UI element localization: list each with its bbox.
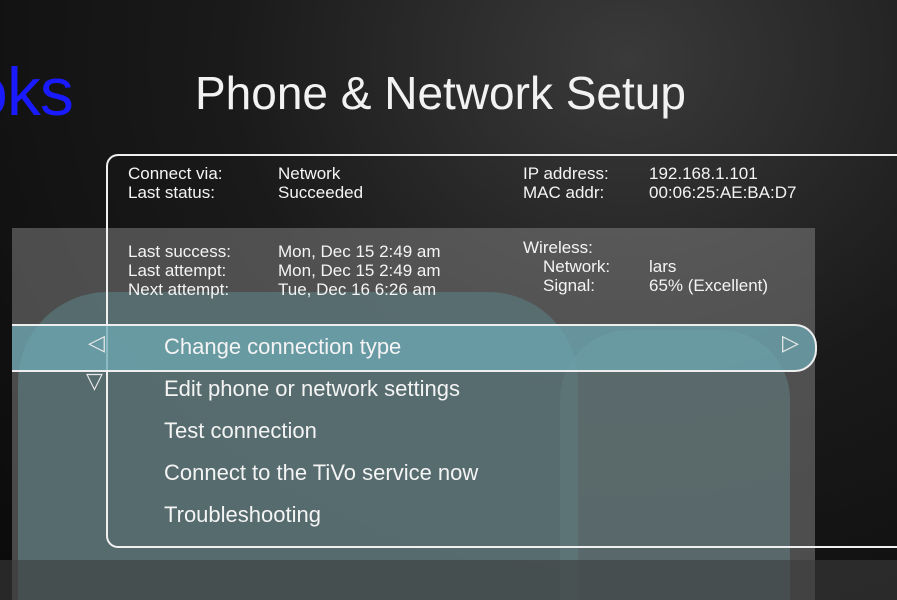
menu-item-change-connection-type[interactable]: Change connection type: [164, 334, 401, 360]
signal-label: Signal:: [543, 276, 595, 295]
mac-addr-value: 00:06:25:AE:BA:D7: [649, 183, 797, 202]
network-label: Network:: [543, 257, 611, 276]
network-value: lars: [649, 257, 677, 276]
last-status-label: Last status:: [128, 183, 215, 202]
brand-logo: oks: [0, 54, 74, 130]
address-info: IP address: 192.168.1.101 MAC addr: 00:0…: [523, 164, 796, 202]
last-attempt-value: Mon, Dec 15 2:49 am: [278, 261, 441, 280]
down-triangle-icon[interactable]: ▽: [86, 368, 103, 394]
signal-row: Signal: 65% (Excellent): [523, 276, 768, 295]
network-row: Network: lars: [523, 257, 676, 276]
connect-via-label: Connect via:: [128, 164, 223, 183]
mac-addr-row: MAC addr: 00:06:25:AE:BA:D7: [523, 183, 796, 202]
ip-address-label: IP address:: [523, 164, 609, 183]
left-triangle-icon[interactable]: ◁: [88, 330, 105, 356]
wireless-info: Wireless: Network: lars Signal: 65% (Exc…: [523, 238, 768, 295]
ip-address-value: 192.168.1.101: [649, 164, 758, 183]
last-success-row: Last success: Mon, Dec 15 2:49 am: [128, 242, 441, 261]
connect-via-value: Network: [278, 164, 341, 183]
next-attempt-value: Tue, Dec 16 6:26 am: [278, 280, 437, 299]
wireless-label: Wireless:: [523, 238, 593, 257]
wireless-row: Wireless:: [523, 238, 593, 257]
connect-via-row: Connect via: Network: [128, 164, 340, 183]
last-attempt-row: Last attempt: Mon, Dec 15 2:49 am: [128, 261, 441, 280]
last-status-row: Last status: Succeeded: [128, 183, 363, 202]
next-attempt-label: Next attempt:: [128, 280, 230, 299]
menu-item-connect-now[interactable]: Connect to the TiVo service now: [164, 460, 478, 486]
mac-addr-label: MAC addr:: [523, 183, 605, 202]
watermark-strip: [0, 560, 897, 600]
signal-value: 65% (Excellent): [649, 276, 769, 295]
right-triangle-icon[interactable]: ▷: [782, 330, 799, 356]
menu-item-troubleshooting[interactable]: Troubleshooting: [164, 502, 321, 528]
ip-address-row: IP address: 192.168.1.101: [523, 164, 758, 183]
menu-selection-highlight[interactable]: [12, 324, 817, 372]
last-attempt-label: Last attempt:: [128, 261, 227, 280]
next-attempt-row: Next attempt: Tue, Dec 16 6:26 am: [128, 280, 436, 299]
menu-item-edit-settings[interactable]: Edit phone or network settings: [164, 376, 460, 402]
menu-item-test-connection[interactable]: Test connection: [164, 418, 317, 444]
attempt-info: Last success: Mon, Dec 15 2:49 am Last a…: [128, 242, 441, 299]
page-title: Phone & Network Setup: [195, 67, 686, 119]
last-success-label: Last success:: [128, 242, 231, 261]
last-status-value: Succeeded: [278, 183, 364, 202]
last-success-value: Mon, Dec 15 2:49 am: [278, 242, 441, 261]
connection-info: Connect via: Network Last status: Succee…: [128, 164, 363, 202]
